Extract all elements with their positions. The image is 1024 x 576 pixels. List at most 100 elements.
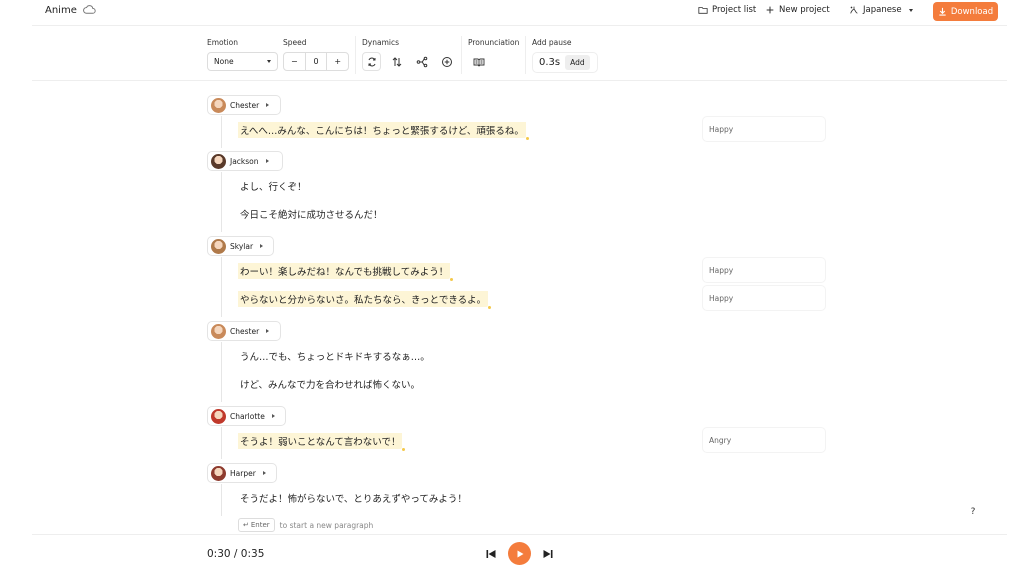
plus-circle-icon — [441, 56, 452, 67]
speaker-name: Chester — [230, 326, 260, 336]
help-button[interactable]: ? — [965, 504, 981, 520]
language-select[interactable]: Japanese — [849, 5, 913, 15]
dynamics-branch-button[interactable] — [412, 52, 431, 71]
toolbar-divider — [525, 36, 526, 74]
return-icon: ↵ — [243, 521, 249, 529]
avatar — [211, 408, 226, 424]
paragraph-guide-line — [221, 172, 222, 232]
script-line[interactable]: えへへ…みんな、こんにちは！ちょっと緊張するけど、頑張るね。 — [238, 122, 529, 140]
emotion-select[interactable]: None — [207, 52, 278, 71]
new-project-button[interactable]: New project — [765, 5, 830, 15]
pause-control: 0.3s Add — [532, 52, 598, 73]
chevron-right-icon — [266, 103, 270, 107]
plus-icon — [766, 6, 774, 14]
speaker-name: Chester — [230, 100, 260, 110]
script-line[interactable]: 今日こそ絶対に成功させるんだ！ — [238, 206, 385, 222]
chevron-right-icon — [271, 414, 275, 418]
chevron-down-icon — [908, 8, 913, 12]
avatar — [211, 97, 226, 113]
skip-back-icon — [486, 550, 496, 558]
pronunciation-label: Pronunciation — [468, 38, 520, 47]
speaker-selector[interactable]: Chester — [207, 321, 281, 341]
speaker-selector[interactable]: Charlotte — [207, 406, 286, 426]
dynamics-label: Dynamics — [362, 38, 399, 47]
skip-back-button[interactable] — [484, 547, 498, 561]
enter-hint-text: to start a new paragraph — [279, 520, 374, 530]
skip-forward-icon — [543, 550, 553, 558]
enter-key: ↵ Enter — [238, 518, 275, 532]
line-emotion-tag[interactable]: Happy — [703, 117, 825, 141]
speaker-selector[interactable]: Harper — [207, 463, 277, 483]
speed-value[interactable]: 0 — [304, 53, 328, 70]
toolbar-divider — [461, 36, 462, 74]
paragraph-guide-line — [221, 257, 222, 317]
chevron-down-icon — [267, 60, 271, 63]
skip-forward-button[interactable] — [541, 547, 555, 561]
chevron-right-icon — [260, 244, 264, 248]
speed-increase-button[interactable]: + — [327, 53, 348, 70]
play-button[interactable] — [508, 542, 531, 565]
project-list-button[interactable]: Project list — [698, 5, 756, 15]
download-icon — [939, 7, 946, 16]
new-paragraph-hint: ↵ Enter to start a new paragraph — [238, 518, 373, 532]
pronunciation-button[interactable] — [469, 52, 488, 71]
line-emotion-tag[interactable]: Happy — [703, 258, 825, 282]
playback-time: 0:30 / 0:35 — [207, 548, 265, 560]
dynamics-loop-button[interactable] — [362, 52, 381, 71]
speaker-selector[interactable]: Chester — [207, 95, 281, 115]
speed-label: Speed — [283, 38, 307, 47]
book-icon — [473, 58, 484, 67]
dynamics-swap-button[interactable] — [387, 52, 406, 71]
folder-icon — [698, 7, 708, 14]
script-line[interactable]: そうよ！弱いことなんて言わないで！ — [238, 433, 406, 451]
download-button[interactable]: Download — [933, 2, 998, 21]
language-label: Japanese — [863, 5, 902, 15]
script-line[interactable]: そうだよ！怖がらないで、とりあえずやってみよう！ — [238, 490, 469, 506]
speed-stepper: − 0 + — [283, 52, 349, 71]
avatar — [211, 238, 226, 254]
avatar — [211, 153, 226, 169]
script-line[interactable]: わーい！楽しみだね！なんでも挑戦してみよう！ — [238, 263, 454, 281]
new-project-label: New project — [779, 5, 830, 15]
loop-arrows-icon — [368, 57, 375, 66]
chevron-right-icon — [265, 159, 269, 163]
script-line[interactable]: けど、みんなで力を合わせれば怖くない。 — [238, 376, 422, 392]
play-icon — [517, 550, 523, 557]
paragraph-guide-line — [221, 484, 222, 516]
paragraph-guide-line — [221, 427, 222, 459]
script-line[interactable]: うん…でも、ちょっとドキドキするなぁ…。 — [238, 348, 432, 364]
pause-value[interactable]: 0.3s — [539, 57, 560, 68]
speed-decrease-button[interactable]: − — [284, 53, 305, 70]
speaker-name: Charlotte — [230, 411, 265, 421]
cloud-icon — [83, 5, 96, 14]
toolbar-divider — [355, 36, 356, 74]
branch-icon — [416, 56, 427, 67]
top-bar: Anime Project list New project Japanese … — [0, 0, 1024, 24]
dynamics-add-button[interactable] — [437, 52, 456, 71]
avatar — [211, 323, 226, 339]
speaker-name: Harper — [230, 468, 256, 478]
emotion-label: Emotion — [207, 38, 238, 47]
chevron-right-icon — [262, 471, 266, 475]
player-divider — [32, 534, 1007, 535]
speaker-selector[interactable]: Jackson — [207, 151, 283, 171]
avatar — [211, 465, 226, 481]
header-divider — [32, 25, 1007, 26]
line-emotion-tag[interactable]: Happy — [703, 286, 825, 310]
chevron-right-icon — [266, 329, 270, 333]
script-line[interactable]: よし、行くぞ！ — [238, 178, 309, 194]
add-pause-button[interactable]: Add — [565, 55, 590, 70]
emotion-value: None — [214, 57, 234, 66]
speaker-selector[interactable]: Skylar — [207, 236, 274, 256]
project-list-label: Project list — [712, 5, 757, 15]
voice-language-icon — [850, 6, 858, 14]
toolbar-divider-bottom — [32, 80, 1007, 81]
paragraph-guide-line — [221, 342, 222, 402]
enter-key-label: Enter — [250, 521, 270, 529]
script-line[interactable]: やらないと分からないさ。私たちなら、きっとできるよ。 — [238, 291, 492, 309]
line-emotion-tag[interactable]: Angry — [703, 428, 825, 452]
swap-vertical-icon — [392, 56, 401, 67]
download-label: Download — [950, 6, 994, 17]
speaker-name: Skylar — [230, 241, 254, 251]
project-title[interactable]: Anime — [45, 5, 77, 16]
